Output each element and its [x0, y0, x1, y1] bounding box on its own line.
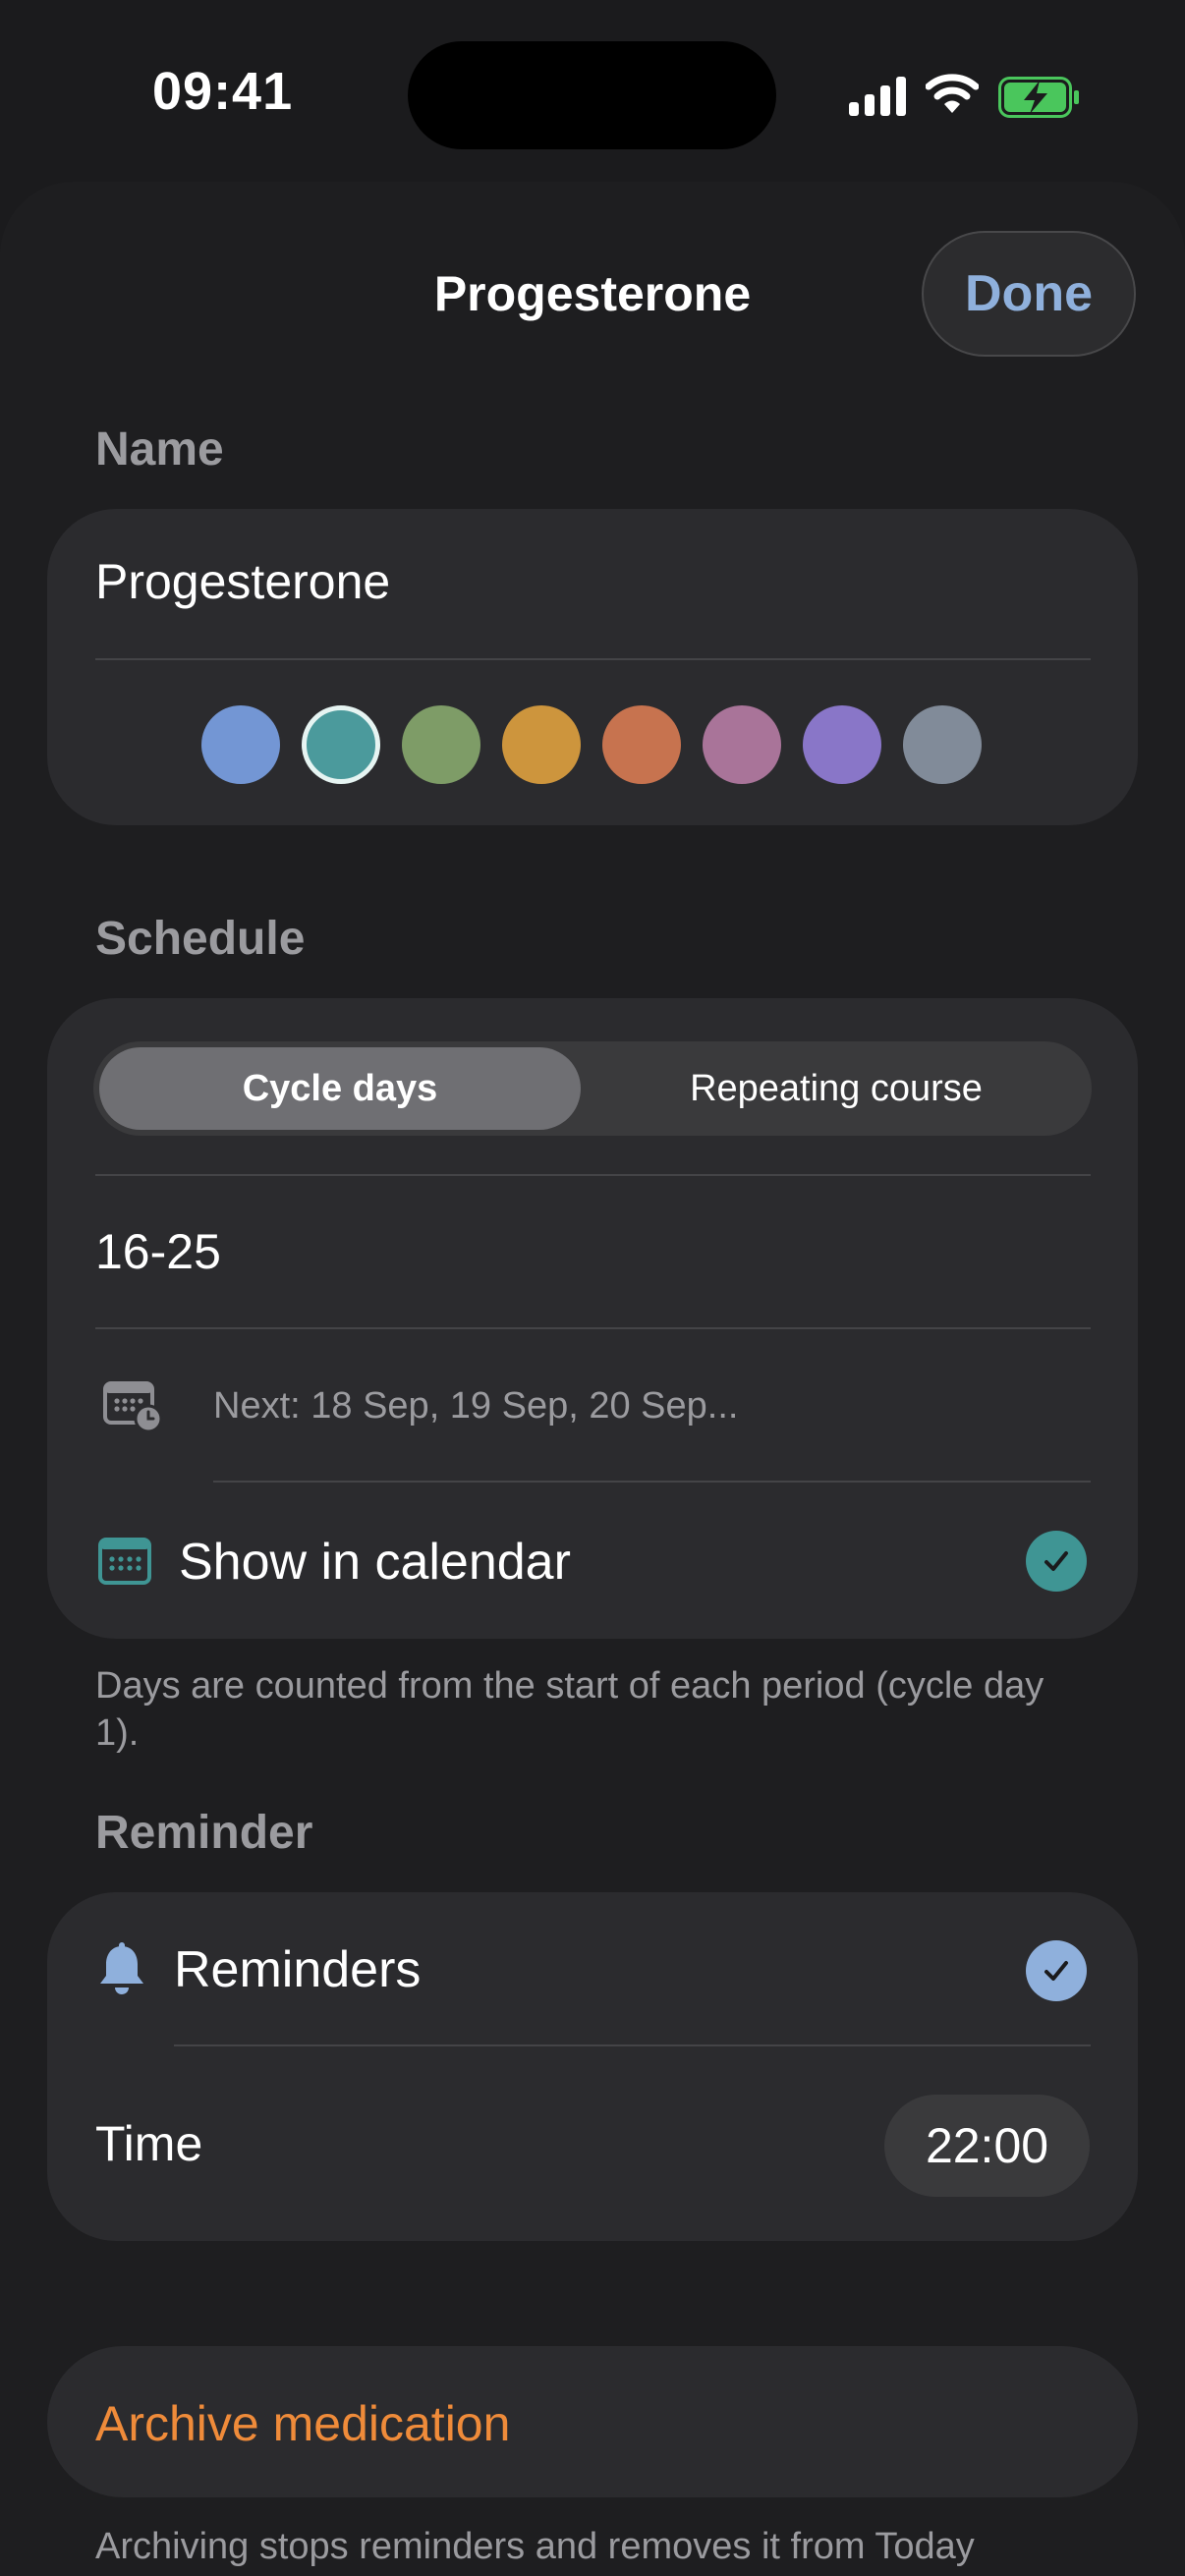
color-swatch[interactable]: [502, 705, 581, 784]
show-in-calendar-label: Show in calendar: [179, 1534, 571, 1591]
cellular-signal-icon: [849, 77, 906, 116]
reminders-checkbox[interactable]: [1026, 1940, 1087, 2001]
name-section-label: Name: [95, 423, 224, 476]
status-time: 09:41: [152, 62, 294, 121]
color-swatch[interactable]: [602, 705, 681, 784]
divider: [95, 1174, 1091, 1176]
divider: [95, 658, 1091, 660]
bell-icon: [100, 1942, 143, 1994]
done-button[interactable]: Done: [922, 231, 1136, 357]
wifi-icon: [926, 74, 979, 113]
status-bar: 09:41: [0, 0, 1185, 187]
schedule-footnote: Days are counted from the start of each …: [95, 1665, 1044, 1754]
checkmark-icon: [1044, 1551, 1068, 1571]
color-swatch[interactable]: [903, 705, 982, 784]
color-swatch[interactable]: [201, 705, 280, 784]
calendar-clock-icon: [103, 1381, 163, 1432]
name-field[interactable]: Progesterone: [95, 553, 390, 610]
show-in-calendar-checkbox[interactable]: [1026, 1531, 1087, 1592]
next-dates-text: Next: 18 Sep, 19 Sep, 20 Sep...: [213, 1385, 739, 1427]
archive-medication-button[interactable]: Archive medication: [95, 2395, 510, 2452]
cycle-days-field[interactable]: 16-25: [95, 1223, 221, 1280]
battery-charging-icon: [998, 77, 1079, 118]
archive-footnote: Archiving stops reminders and removes it…: [95, 2526, 975, 2567]
dynamic-island: [408, 41, 776, 149]
calendar-icon: [98, 1538, 151, 1585]
reminder-section-label: Reminder: [95, 1807, 313, 1859]
divider: [95, 1327, 1091, 1329]
time-picker-button[interactable]: 22:00: [884, 2095, 1090, 2197]
color-swatch[interactable]: [302, 705, 380, 784]
time-label: Time: [95, 2116, 203, 2171]
checkmark-icon: [1044, 1961, 1068, 1981]
color-swatch[interactable]: [703, 705, 781, 784]
reminders-label: Reminders: [174, 1941, 422, 1998]
tab-cycle-days[interactable]: Cycle days: [99, 1047, 581, 1130]
divider: [213, 1481, 1091, 1483]
tab-repeating-course[interactable]: Repeating course: [587, 1047, 1086, 1130]
divider: [174, 2044, 1091, 2046]
schedule-section-label: Schedule: [95, 913, 306, 965]
schedule-type-segmented-control: Cycle days Repeating course: [93, 1041, 1092, 1136]
color-swatch[interactable]: [402, 705, 480, 784]
color-swatch[interactable]: [803, 705, 881, 784]
